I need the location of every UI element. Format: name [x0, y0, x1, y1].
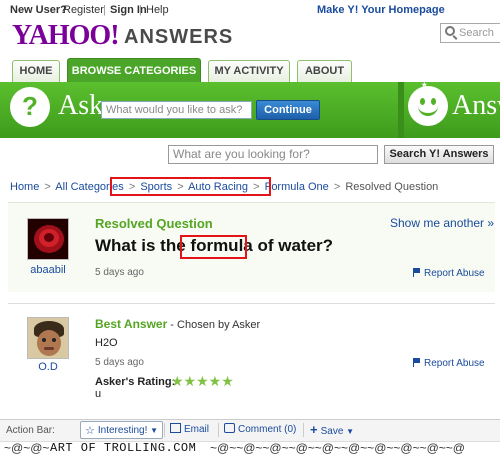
flag-icon — [413, 358, 420, 367]
swirl-ornament-icon: ~@~@~ — [4, 441, 50, 455]
question-mascot-icon: ? — [10, 87, 50, 127]
star-icon: ☆ — [85, 425, 95, 437]
comment-icon — [224, 423, 235, 433]
show-me-another-link[interactable]: Show me another » — [390, 216, 494, 230]
flag-icon — [413, 268, 420, 277]
breadcrumb-home[interactable]: Home — [10, 181, 39, 193]
envelope-icon — [170, 423, 181, 433]
report-abuse-link[interactable]: Report Abuse — [413, 267, 485, 279]
email-button[interactable]: Email — [170, 421, 209, 439]
answer-mascot-icon: * — [408, 80, 448, 126]
band-divider — [398, 82, 404, 138]
search-answers-button[interactable]: Search Y! Answers — [384, 145, 494, 164]
swirl-ornament-icon: ~@~~@~~@~~@~~@~~@~~@~~@~~@~~@ — [210, 441, 465, 455]
breadcrumb-formula-one[interactable]: Formula One — [265, 181, 329, 193]
yahoo-logo[interactable]: YAHOO! — [12, 22, 120, 50]
main-search-input[interactable]: What are you looking for? — [168, 145, 378, 164]
top-search-placeholder: Search — [459, 27, 494, 39]
answers-logo-text[interactable]: ANSWERS — [124, 26, 233, 49]
asker-username[interactable]: abaabil — [18, 264, 78, 276]
separator: | — [139, 4, 142, 16]
tab-my-activity[interactable]: MY ACTIVITY — [208, 60, 290, 82]
chevron-down-icon: ▼ — [346, 427, 355, 436]
tab-about[interactable]: ABOUT — [297, 60, 352, 82]
rating-stars: ★★★★★ — [171, 373, 234, 389]
askers-rating-label: Asker's Rating: — [95, 376, 176, 388]
resolved-question-label: Resolved Question — [95, 216, 213, 231]
answer-label: Answ — [452, 90, 500, 121]
tab-browse-categories[interactable]: BROWSE CATEGORIES — [67, 58, 201, 82]
separator: | — [103, 4, 106, 16]
search-icon — [445, 26, 455, 36]
plus-icon: + — [310, 422, 318, 437]
asker-avatar[interactable] — [27, 218, 69, 260]
chosen-by-label: - Chosen by Asker — [167, 319, 261, 331]
tab-home[interactable]: HOME — [12, 60, 60, 82]
rating-comment: u — [95, 388, 102, 400]
answerer-username[interactable]: O.D — [18, 361, 78, 373]
new-user-label: New User? — [10, 4, 67, 16]
answer-time: 5 days ago — [95, 357, 144, 368]
comment-button[interactable]: Comment (0) — [224, 421, 296, 439]
register-link[interactable]: Register — [63, 4, 104, 16]
ask-label: Ask — [58, 90, 104, 121]
formula-highlight-box — [180, 235, 247, 259]
top-utility-bar: New User? Register | Sign In | Help Make… — [0, 0, 500, 18]
breadcrumb-current: Resolved Question — [345, 181, 439, 193]
answer-report-abuse-link[interactable]: Report Abuse — [413, 357, 485, 369]
save-button[interactable]: + Save ▼ — [310, 421, 354, 439]
watermark-text: ART OF TROLLING.COM — [50, 441, 197, 455]
top-search-input[interactable]: Search — [440, 23, 500, 43]
make-homepage-link[interactable]: Make Y! Your Homepage — [317, 4, 445, 16]
question-time: 5 days ago — [95, 267, 144, 278]
ask-question-input[interactable]: What would you like to ask? — [101, 101, 252, 119]
breadcrumb-highlight-box — [110, 177, 271, 196]
chevron-down-icon: ▼ — [150, 426, 159, 435]
help-link[interactable]: Help — [146, 4, 169, 16]
answerer-avatar[interactable] — [27, 317, 69, 359]
action-bar-label: Action Bar: — [6, 425, 55, 436]
best-answer-label: Best Answer - Chosen by Asker — [95, 317, 261, 331]
interesting-button[interactable]: ☆ Interesting! ▼ — [80, 421, 164, 439]
section-divider — [8, 303, 495, 304]
continue-button[interactable]: Continue — [256, 100, 320, 120]
answer-text: H2O — [95, 337, 118, 349]
